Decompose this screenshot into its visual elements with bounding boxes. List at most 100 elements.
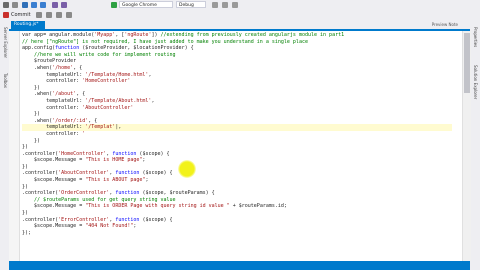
code-token: .controller( [22,190,59,197]
code-line[interactable]: var app= angular.module('Myapp', ['ngRou… [22,32,452,39]
server-explorer-tab[interactable]: Server Explorer [1,27,8,58]
scrollbar-thumb[interactable] [464,33,470,93]
code-line[interactable]: templateUrl: '/Templat'|, [22,124,452,131]
code-token: + $routeParams.id; [229,203,287,210]
tool-icon[interactable] [232,2,238,8]
code-token: function [55,45,80,52]
code-token: ($scope) { [139,170,173,177]
code-token: .when( [22,64,53,71]
tool-icon[interactable] [46,12,52,18]
code-token: 'HomeController' [58,150,107,157]
code-line[interactable]: controller: 'HomeController' [22,78,452,85]
code-token: , { [73,64,83,71]
code-line[interactable]: }) [22,144,452,151]
code-line[interactable]: controller: ' [22,131,452,138]
configuration-select[interactable]: Debug [176,1,206,8]
code-token: "404 Not Found!" [85,223,134,230]
new-file-icon[interactable] [22,2,28,8]
vertical-scrollbar[interactable] [462,31,471,261]
git-commit-icon[interactable] [3,12,9,18]
toolbox-tab[interactable]: Toolbox [1,73,8,88]
preview-label: Preview Note [431,22,458,27]
code-line[interactable]: //here we will write code for implement … [22,52,452,59]
code-line[interactable]: // here ["ngRoute"] is not required, I h… [22,39,452,46]
code-token: , { [88,117,98,124]
code-line[interactable]: controller: 'AboutController' [22,105,452,112]
code-line[interactable]: .when('/home', { [22,65,452,72]
mouse-cursor-highlight [178,160,196,178]
code-token: .controller( [22,150,59,157]
code-token: 'AboutController' [58,170,110,177]
undo-icon[interactable] [52,2,58,8]
tool-icon[interactable] [66,12,72,18]
code-token: templateUrl: [22,71,86,78]
browser-select[interactable]: Google Chrome [119,1,173,8]
save-icon[interactable] [31,2,37,8]
properties-tab[interactable]: Properties [471,27,478,47]
code-token: '/Template/Home.html' [85,71,149,78]
code-line[interactable]: templateUrl: '/Template/Home.html', [22,72,452,79]
code-token: '/order/:id' [52,117,89,124]
tool-icon[interactable] [36,12,42,18]
code-token: }) [22,210,29,217]
code-token: 'AboutController' [82,104,134,111]
code-token: .controller( [22,216,59,223]
code-line[interactable]: .when('/order/:id', { [22,118,452,125]
code-token: // $routeParams used for get query strin… [22,196,176,203]
solution-explorer-tab[interactable]: Solution Explorer [471,65,478,99]
code-line[interactable]: $routeProvider [22,58,452,65]
code-line[interactable]: }) [22,210,452,217]
code-token: '/about' [52,91,77,98]
code-token: function [115,170,140,177]
code-line[interactable]: .controller('HomeController', function (… [22,151,452,158]
code-token: ($scope, $routeParams) { [139,190,215,197]
code-line[interactable]: $scope.Message = "This is HOME page"; [22,157,452,164]
forward-icon[interactable] [12,2,18,8]
code-editor[interactable]: var app= angular.module('Myapp', ['ngRou… [9,31,462,261]
code-token: , [148,71,152,78]
code-line[interactable]: }); [22,230,452,237]
code-token: function [115,190,140,197]
code-line[interactable]: $scope.Message = "404 Not Found!"; [22,223,452,230]
code-line[interactable]: }) [22,184,452,191]
redo-icon[interactable] [61,2,67,8]
code-line[interactable]: .controller('AboutController', function … [22,170,452,177]
code-line[interactable]: templateUrl: '/Template/About.html', [22,98,452,105]
code-line[interactable]: }) [22,85,452,92]
tab-routing-js[interactable]: Routing.js* [11,21,45,29]
tool-icon[interactable] [56,12,62,18]
back-icon[interactable] [3,2,9,8]
code-token: ($scope) { [136,150,170,157]
code-line[interactable]: .controller('OrderController', function … [22,190,452,197]
code-token: function [112,150,137,157]
code-token: , { [76,91,86,98]
code-token: ; [145,177,149,184]
code-token: controller: [22,78,83,85]
code-token: }); [22,229,32,236]
code-token: $scope.Message = [22,177,86,184]
code-token: function [115,216,140,223]
code-token: '/home' [52,64,74,71]
code-line[interactable]: $scope.Message = "This is ABOUT page"; [22,177,452,184]
code-line[interactable]: .when('/about', { [22,91,452,98]
code-line[interactable]: }) [22,164,452,171]
tool-icon[interactable] [212,2,218,8]
code-token: }) [22,137,41,144]
code-line[interactable]: }) [22,111,452,118]
code-lines[interactable]: var app= angular.module('Myapp', ['ngRou… [22,32,452,236]
code-token: '/Templat' [85,124,116,131]
tool-icon[interactable] [222,2,228,8]
code-token: .when( [22,91,53,98]
code-token: $scope.Message = [22,157,86,164]
code-line[interactable]: // $routeParams used for get query strin… [22,197,452,204]
code-token: var app= angular.module( [22,32,95,38]
run-icon[interactable] [111,2,117,8]
code-line[interactable]: .controller('ErrorController', function … [22,217,452,224]
code-line[interactable]: app.config(function ($routeProvider, $lo… [22,45,452,52]
commit-button[interactable]: Commit [11,10,31,20]
code-line[interactable]: $scope.Message = "This is ORDER Page wit… [22,203,452,210]
code-token: ($scope) { [139,216,173,223]
status-bar [9,261,470,270]
save-all-icon[interactable] [40,2,46,8]
code-line[interactable]: }) [22,138,452,145]
